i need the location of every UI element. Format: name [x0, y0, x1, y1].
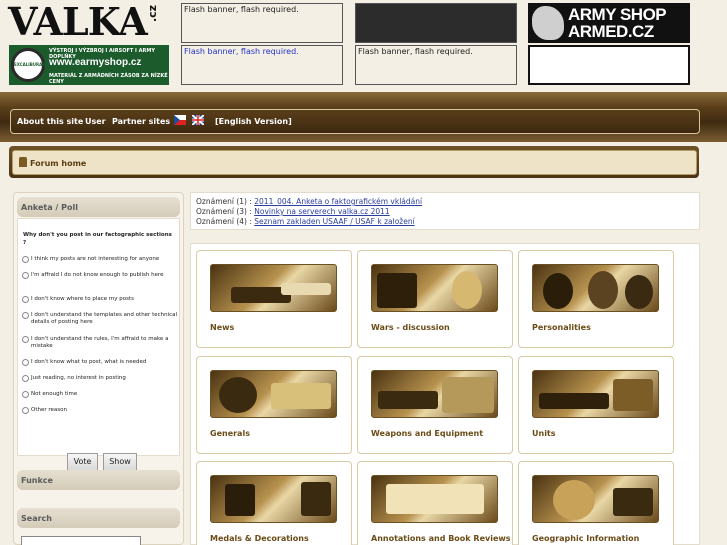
flash-banner-2[interactable] [355, 3, 517, 43]
category-card-units[interactable]: Units [518, 356, 674, 454]
top-nav: About this site User Partner sites [Engl… [10, 109, 700, 134]
poll-option[interactable]: Not enough time [22, 391, 180, 398]
category-card-wars[interactable]: Wars - discussion [357, 250, 513, 348]
category-name[interactable]: Annotations and Book Reviews [371, 534, 511, 543]
radio-button[interactable] [22, 312, 29, 319]
category-name[interactable]: Medals & Decorations [210, 534, 309, 543]
poll-option[interactable]: I think my posts are not interesting for… [22, 256, 180, 263]
category-card-weapons[interactable]: Weapons and Equipment [357, 356, 513, 454]
poll-option[interactable]: I don't understand the templates and oth… [22, 312, 180, 326]
poll-option[interactable]: I don't know where to place my posts [22, 296, 180, 303]
announcement-item: Oznámení (1) : 2011_004. Anketa o faktog… [196, 197, 423, 206]
empty-banner-slot [528, 45, 690, 85]
radio-button[interactable] [22, 296, 29, 303]
category-name[interactable]: News [210, 323, 234, 332]
excalibur-badge: EXCALIBURARMY [11, 48, 52, 82]
sidebar: Anketa / Poll Why don't you post in our … [13, 192, 184, 545]
geographic-image [532, 475, 659, 523]
army-shop-banner[interactable]: ARMY SHOP ARMED.CZ [528, 3, 690, 43]
category-card-news[interactable]: News [196, 250, 352, 348]
category-card-annotations[interactable]: Annotations and Book Reviews [357, 461, 513, 545]
poll-box: Why don't you post in our factographic s… [17, 218, 180, 471]
weapons-image [371, 370, 498, 418]
announcement-item: Oznámení (3) : Novinky na serverech valk… [196, 207, 390, 216]
poll-option[interactable]: I don't know what to post, what is neede… [22, 359, 180, 366]
site-header: VALKA .cz EXCALIBURARMY VÝSTROJ I VÝZBRO… [0, 0, 727, 92]
category-name[interactable]: Personalities [532, 323, 591, 332]
logo-text: VALKA [8, 0, 148, 44]
flag-icon-cz[interactable] [174, 115, 186, 125]
excal-line2: www.earmyshop.cz [49, 57, 142, 68]
poll-option[interactable]: Just reading, no interest in posting [22, 375, 180, 382]
army-shop-line2: ARMED.CZ [568, 22, 654, 41]
nav-partner[interactable]: Partner sites [112, 117, 170, 126]
radio-button[interactable] [22, 375, 29, 382]
announcement-link[interactable]: Seznam zakladen USAAF / USAF k založení [254, 217, 414, 226]
announcement-link[interactable]: 2011_004. Anketa o faktografickém vkládá… [254, 197, 422, 206]
radio-button[interactable] [22, 336, 29, 343]
generals-image [210, 370, 337, 418]
category-name[interactable]: Weapons and Equipment [371, 429, 483, 438]
category-name[interactable]: Units [532, 429, 556, 438]
radio-button[interactable] [22, 391, 29, 398]
category-name[interactable]: Wars - discussion [371, 323, 450, 332]
nav-english-version[interactable]: [English Version] [215, 117, 292, 126]
poll-option[interactable]: I'm affraid I do not know enough to publ… [22, 272, 180, 279]
category-card-medals[interactable]: Medals & Decorations [196, 461, 352, 545]
radio-button[interactable] [22, 256, 29, 263]
flag-icon-en[interactable] [191, 114, 205, 126]
show-button[interactable]: Show [103, 453, 137, 471]
nav-user[interactable]: User [85, 117, 106, 126]
nav-about[interactable]: About this site [17, 117, 83, 126]
radio-button[interactable] [22, 407, 29, 414]
lion-icon [532, 6, 564, 40]
radio-button[interactable] [22, 359, 29, 366]
announcements: Oznámení (1) : 2011_004. Anketa o faktog… [190, 192, 700, 230]
flash-banner-3[interactable]: Flash banner, flash required. [181, 45, 343, 85]
category-name[interactable]: Geographic Information [532, 534, 639, 543]
announcement-item: Oznámení (4) : Seznam zakladen USAAF / U… [196, 217, 415, 226]
category-card-geographic[interactable]: Geographic Information [518, 461, 674, 545]
home-icon [19, 157, 27, 167]
search-input[interactable] [21, 536, 141, 545]
announcement-link[interactable]: Novinky na serverech valka.cz 2011 [254, 207, 389, 216]
search-title: Search [17, 508, 180, 528]
poll-title: Anketa / Poll [17, 197, 180, 217]
news-image [210, 264, 337, 312]
annotations-image [371, 475, 498, 523]
valka-logo[interactable]: VALKA .cz [8, 0, 170, 44]
units-image [532, 370, 659, 418]
breadcrumb: Forum home [12, 150, 697, 175]
category-card-personalities[interactable]: Personalities [518, 250, 674, 348]
category-name[interactable]: Generals [210, 429, 250, 438]
category-card-generals[interactable]: Generals [196, 356, 352, 454]
personalities-image [532, 264, 659, 312]
excal-line3: MATERIÁL Z ARMÁDNÍCH ZÁSOB ZA NÍZKÉ CENY [49, 73, 168, 85]
radio-button[interactable] [22, 272, 29, 279]
funkce-title: Funkce [17, 470, 180, 490]
poll-option[interactable]: Other reason [22, 407, 180, 414]
poll-option[interactable]: I don't understand the rules, I'm affrai… [22, 336, 180, 350]
forum-categories: News Wars - discussion Personalities Gen… [190, 243, 700, 545]
poll-question: Why don't you post in our factographic s… [23, 232, 172, 246]
wars-image [371, 264, 498, 312]
breadcrumb-forum-home[interactable]: Forum home [30, 159, 86, 168]
vote-button[interactable]: Vote [67, 453, 98, 471]
excalibur-army-banner[interactable]: EXCALIBURARMY VÝSTROJ I VÝZBROJ I AIRSOF… [9, 45, 169, 85]
logo-cz: .cz [146, 4, 160, 23]
flash-banner-1[interactable]: Flash banner, flash required. [181, 3, 343, 43]
medals-image [210, 475, 337, 523]
flash-banner-4[interactable]: Flash banner, flash required. [355, 45, 517, 85]
